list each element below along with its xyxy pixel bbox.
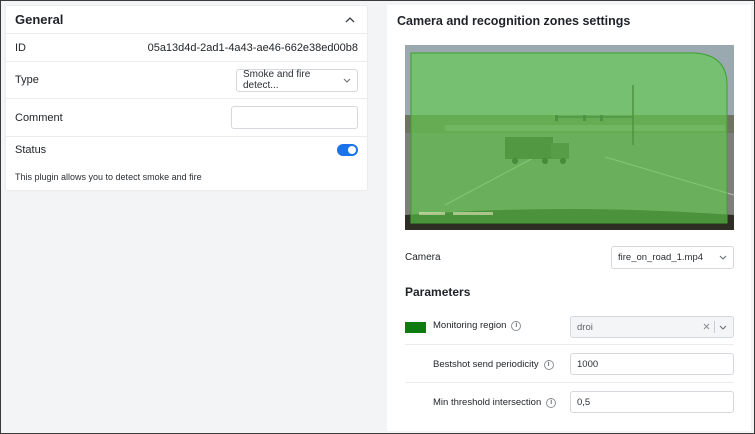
- status-toggle[interactable]: [337, 144, 358, 156]
- id-value: 05a13d4d-2ad1-4a43-ae46-662e38ed00b8: [147, 41, 358, 54]
- parameters-title: Parameters: [405, 285, 471, 299]
- monitoring-region-label-wrap: Monitoring region i: [433, 320, 522, 331]
- comment-label: Comment: [15, 111, 63, 124]
- bestshot-input[interactable]: 1000: [570, 353, 734, 375]
- camera-label: Camera: [405, 252, 441, 263]
- close-icon[interactable]: [703, 322, 710, 333]
- settings-panel: Camera and recognition zones settings Ca…: [387, 5, 751, 431]
- monitoring-region-value: droi: [577, 321, 593, 333]
- type-row: Type Smoke and fire detect...: [6, 62, 367, 99]
- plugin-description: This plugin allows you to detect smoke a…: [15, 172, 202, 182]
- min-threshold-label-wrap: Min threshold intersection i: [433, 397, 557, 408]
- min-threshold-input[interactable]: 0,5: [570, 391, 734, 413]
- type-label: Type: [15, 74, 39, 86]
- region-color-swatch[interactable]: [405, 322, 426, 333]
- min-threshold-row: Min threshold intersection i 0,5: [405, 383, 734, 421]
- info-icon[interactable]: i: [511, 320, 522, 331]
- chevron-down-icon[interactable]: [719, 322, 727, 333]
- settings-title: Camera and recognition zones settings: [397, 14, 631, 28]
- general-header[interactable]: General: [6, 6, 367, 34]
- camera-frame-image: [405, 45, 734, 230]
- chevron-down-icon: [719, 252, 727, 263]
- type-select-value: Smoke and fire detect...: [243, 69, 311, 91]
- general-panel: General ID 05a13d4d-2ad1-4a43-ae46-662e3…: [5, 5, 368, 191]
- min-threshold-label: Min threshold intersection: [433, 397, 542, 408]
- general-title: General: [15, 12, 64, 27]
- toggle-knob: [348, 146, 356, 154]
- info-icon[interactable]: i: [543, 359, 554, 370]
- info-icon[interactable]: i: [546, 397, 557, 408]
- comment-row: Comment: [6, 99, 367, 137]
- monitoring-region-label: Monitoring region: [433, 320, 507, 331]
- type-select[interactable]: Smoke and fire detect...: [236, 68, 358, 92]
- camera-select[interactable]: fire_on_road_1.mp4: [611, 246, 734, 269]
- id-label: ID: [15, 41, 26, 54]
- select-divider: [714, 321, 715, 333]
- chevron-down-icon: [343, 75, 351, 86]
- camera-select-value: fire_on_road_1.mp4: [618, 252, 704, 263]
- bestshot-label-wrap: Bestshot send periodicity i: [433, 359, 554, 370]
- camera-preview[interactable]: [405, 45, 734, 230]
- monitoring-region-select[interactable]: droi: [570, 316, 734, 338]
- bestshot-label: Bestshot send periodicity: [433, 359, 539, 370]
- status-row: Status: [6, 137, 367, 163]
- id-row: ID 05a13d4d-2ad1-4a43-ae46-662e38ed00b8: [6, 34, 367, 62]
- chevron-up-icon[interactable]: [342, 12, 358, 28]
- app-frame: General ID 05a13d4d-2ad1-4a43-ae46-662e3…: [0, 0, 755, 434]
- comment-input[interactable]: [231, 106, 358, 129]
- status-label: Status: [15, 144, 47, 156]
- select-actions: [703, 321, 727, 333]
- bestshot-row: Bestshot send periodicity i 1000: [405, 345, 734, 383]
- monitoring-region-row: Monitoring region i droi: [405, 307, 734, 345]
